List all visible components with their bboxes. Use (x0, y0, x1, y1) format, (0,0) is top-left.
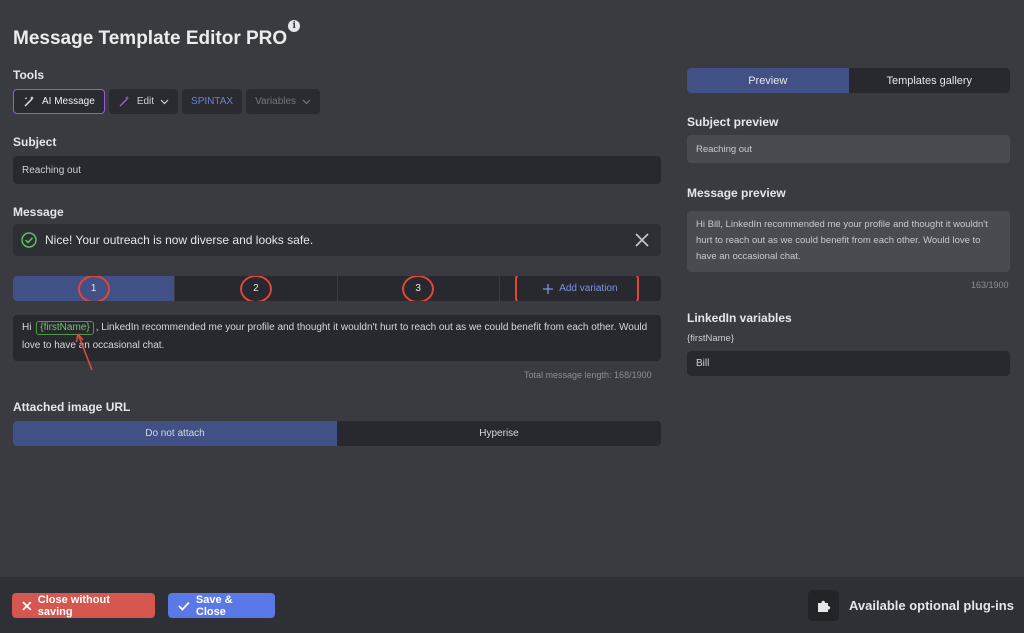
page-title: Message Template Editor PRO i (13, 20, 301, 50)
message-textarea[interactable]: Hi {firstName}, LinkedIn recommended me … (13, 315, 661, 361)
save-button-label: Save & Close (195, 593, 233, 618)
variables-label: Variables (255, 96, 297, 107)
message-preview-counter: 163/1900 (971, 280, 1009, 290)
annotation-circle (77, 276, 110, 301)
plugins-button[interactable]: Available optional plug-ins (808, 590, 1014, 621)
page-title-text: Message Template Editor PRO (13, 28, 288, 49)
annotation-circle (402, 276, 435, 301)
check-circle-icon (21, 232, 37, 248)
close-button-label: Close without saving (37, 593, 110, 618)
variation-tab-2[interactable]: 2 (175, 276, 338, 301)
variables-dropdown[interactable]: Variables (246, 89, 321, 114)
subject-label: Subject (13, 135, 57, 149)
message-length-counter: Total message length: 168/1900 (524, 370, 652, 380)
tools-label: Tools (13, 68, 45, 82)
message-label: Message (13, 205, 64, 219)
info-icon[interactable]: i (288, 20, 301, 32)
magic-wand-icon (24, 96, 34, 107)
variable-name: {firstName} (687, 333, 734, 344)
magic-wand-icon (119, 96, 129, 107)
save-and-close-button[interactable]: Save & Close (168, 593, 275, 618)
linkedin-variables-label: LinkedIn variables (687, 311, 792, 325)
message-preview: Hi Bill, LinkedIn recommended me your pr… (687, 211, 1010, 272)
subject-preview-label: Subject preview (687, 115, 779, 129)
ai-message-button[interactable]: AI Message (13, 89, 105, 114)
attachment-options: Do not attach Hyperise (13, 421, 661, 446)
annotation-rectangle (514, 276, 639, 301)
check-icon (178, 601, 190, 611)
message-text-prefix: Hi (22, 322, 32, 333)
attached-image-label: Attached image URL (13, 400, 131, 414)
subject-preview: Reaching out (687, 135, 1010, 163)
right-panel-tabs: Preview Templates gallery (687, 68, 1010, 93)
chevron-down-icon (160, 99, 169, 104)
close-icon[interactable] (633, 233, 651, 247)
annotation-circle (239, 276, 272, 301)
close-without-saving-button[interactable]: Close without saving (12, 593, 155, 618)
variation-tab-3[interactable]: 3 (338, 276, 500, 301)
spintax-button[interactable]: SPINTAX (182, 89, 243, 114)
spintax-label: SPINTAX (191, 96, 234, 107)
message-preview-label: Message preview (687, 186, 786, 200)
success-alert: Nice! Your outreach is now diverse and l… (13, 224, 661, 256)
firstname-variable-input[interactable]: Bill (687, 351, 1010, 376)
variation-tab-1[interactable]: 1 (13, 276, 176, 301)
subject-input[interactable]: Reaching out (13, 156, 661, 184)
ai-message-label: AI Message (42, 96, 95, 107)
puzzle-icon (808, 590, 839, 621)
message-text-body: , LinkedIn recommended me your profile a… (22, 322, 648, 351)
do-not-attach-option[interactable]: Do not attach (13, 421, 337, 446)
variation-tabs: 1 2 3 Add variation (13, 276, 661, 301)
edit-dropdown[interactable]: Edit (108, 89, 179, 114)
tools-toolbar: AI Message Edit SPINTAX Variables (13, 89, 321, 114)
add-variation-button[interactable]: Add variation (500, 276, 661, 301)
tab-templates-gallery[interactable]: Templates gallery (849, 68, 1011, 93)
edit-label: Edit (136, 96, 155, 107)
alert-text: Nice! Your outreach is now diverse and l… (45, 233, 314, 247)
annotation-arrow (75, 333, 93, 371)
hyperise-option[interactable]: Hyperise (337, 421, 661, 446)
chevron-down-icon (302, 99, 311, 104)
tab-preview[interactable]: Preview (687, 68, 849, 93)
close-icon (22, 600, 32, 611)
plugins-label: Available optional plug-ins (849, 598, 1014, 613)
